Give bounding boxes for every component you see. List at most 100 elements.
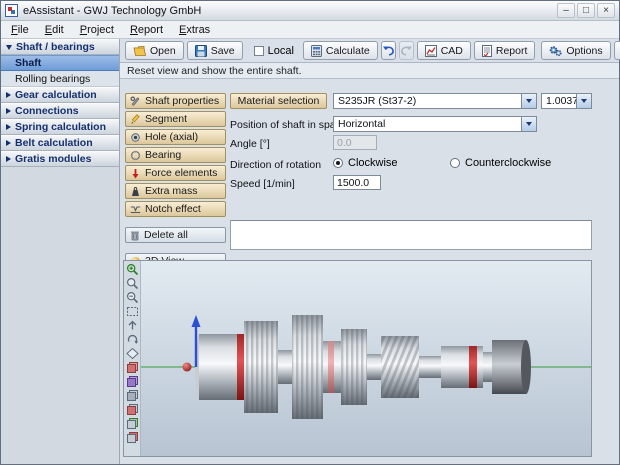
notch-effect-button[interactable]: Notch effect <box>125 201 226 217</box>
notch-icon <box>130 205 141 213</box>
shaft-tool-column: Shaft properties Segment Hole (axial) Be… <box>125 93 226 269</box>
save-button[interactable]: Save <box>186 41 243 60</box>
sidebar-item-label: Rolling bearings <box>15 72 91 85</box>
save-icon <box>194 44 207 57</box>
sidebar-item-shaft[interactable]: Shaft <box>1 55 119 71</box>
material-selection-button[interactable]: Material selection <box>230 93 327 109</box>
calculator-icon <box>310 44 322 57</box>
angle-label: Angle [°] <box>230 138 270 150</box>
title-bar: eAssistant - GWJ Technology GmbH – □ × <box>1 1 619 21</box>
segment-button[interactable]: Segment <box>125 111 226 127</box>
menu-bar: File Edit Project Report Extras <box>1 21 619 39</box>
sidebar-item-rolling-bearings[interactable]: Rolling bearings <box>1 71 119 87</box>
chevron-right-icon <box>6 140 11 146</box>
material-number-value: 1.0037 <box>546 95 576 107</box>
menu-project[interactable]: Project <box>72 23 122 37</box>
speed-label: Speed [1/min] <box>230 178 295 190</box>
radio-icon <box>450 158 460 168</box>
calculate-button[interactable]: Calculate <box>302 41 378 60</box>
position-select[interactable]: Horizontal <box>333 116 537 132</box>
sidebar-group-spring-calculation[interactable]: Spring calculation <box>1 119 119 135</box>
shaft-properties-button[interactable]: Shaft properties <box>125 93 226 109</box>
force-arrow-icon <box>132 168 139 178</box>
viewport-zoom-window-icon[interactable] <box>126 277 139 290</box>
menu-report[interactable]: Report <box>122 23 171 37</box>
cad-button[interactable]: CAD <box>416 41 471 60</box>
sidebar-group-gear-calculation[interactable]: Gear calculation <box>1 87 119 103</box>
viewport-zoom-in-icon[interactable] <box>126 263 139 276</box>
local-checkbox[interactable]: Local <box>253 45 294 57</box>
sidebar-group-label: Connections <box>15 105 79 117</box>
clockwise-radio[interactable]: Clockwise <box>333 157 398 169</box>
help-button[interactable]: Help <box>613 41 620 60</box>
main-toolbar: Open Save Local Calculate CAD Report Opt… <box>120 39 620 63</box>
menu-extras[interactable]: Extras <box>171 23 218 37</box>
position-select-value: Horizontal <box>338 118 386 130</box>
sidebar-group-shaft-bearings[interactable]: Shaft / bearings <box>1 39 119 55</box>
report-icon <box>481 44 492 57</box>
viewport-pan-icon[interactable] <box>126 319 139 332</box>
viewport-iso-view-icon[interactable] <box>125 347 139 360</box>
gear-icon <box>550 45 562 56</box>
sidebar-group-connections[interactable]: Connections <box>1 103 119 119</box>
rotation-label: Direction of rotation <box>230 159 322 171</box>
redo-icon <box>400 46 412 56</box>
hole-axial-button[interactable]: Hole (axial) <box>125 129 226 145</box>
redo-button[interactable] <box>398 41 414 60</box>
report-button[interactable]: Report <box>473 41 536 60</box>
viewport-cube-front-icon[interactable] <box>126 361 139 374</box>
angle-input[interactable] <box>333 135 377 150</box>
chevron-down-icon[interactable] <box>521 94 536 108</box>
cad-icon <box>424 44 437 57</box>
viewport-cube-right-icon[interactable] <box>126 403 139 416</box>
material-select[interactable]: S235JR (St37-2) <box>333 93 537 109</box>
viewport-cube-back-icon[interactable] <box>126 375 139 388</box>
viewport-toolbar <box>124 261 141 456</box>
3d-viewport <box>123 260 592 457</box>
extra-mass-button[interactable]: Extra mass <box>125 183 226 199</box>
sidebar-group-label: Gear calculation <box>15 89 97 101</box>
open-button[interactable]: Open <box>125 41 184 60</box>
app-icon <box>5 4 18 17</box>
material-number-select[interactable]: 1.0037 <box>541 93 592 109</box>
tool-gap <box>125 219 226 225</box>
chevron-down-icon <box>6 44 12 50</box>
maximize-button[interactable]: □ <box>577 3 595 18</box>
radio-selected-icon <box>333 158 343 168</box>
menu-file[interactable]: File <box>3 23 37 37</box>
chevron-right-icon <box>6 124 11 130</box>
pencil-icon <box>131 113 140 124</box>
delete-all-button[interactable]: Delete all <box>125 227 226 243</box>
undo-button[interactable] <box>380 41 396 60</box>
speed-input[interactable] <box>333 175 381 190</box>
menu-edit[interactable]: Edit <box>37 23 72 37</box>
3d-canvas[interactable] <box>141 261 591 456</box>
viewport-zoom-out-icon[interactable] <box>126 291 139 304</box>
chevron-down-icon[interactable] <box>521 117 536 131</box>
chevron-right-icon <box>6 92 11 98</box>
force-elements-button[interactable]: Force elements <box>125 165 226 181</box>
viewport-rotate-icon[interactable] <box>126 333 139 346</box>
close-button[interactable]: × <box>597 3 615 18</box>
sidebar-group-gratis-modules[interactable]: Gratis modules <box>1 151 119 167</box>
bearing-button[interactable]: Bearing <box>125 147 226 163</box>
minimize-button[interactable]: – <box>557 3 575 18</box>
chevron-right-icon <box>6 156 11 162</box>
folder-open-icon <box>133 45 146 56</box>
undo-icon <box>382 46 394 56</box>
checkbox-icon <box>253 45 264 56</box>
viewport-cube-left-icon[interactable] <box>126 389 139 402</box>
weight-icon <box>132 186 139 196</box>
wrench-icon <box>130 95 140 106</box>
work-area: Shaft properties Segment Hole (axial) Be… <box>120 79 619 464</box>
chevron-down-icon[interactable] <box>576 94 591 108</box>
viewport-zoom-fit-icon[interactable] <box>126 305 139 318</box>
viewport-cube-top-icon[interactable] <box>126 417 139 430</box>
sidebar-group-label: Gratis modules <box>15 153 92 165</box>
viewport-cube-bottom-icon[interactable] <box>126 431 139 444</box>
options-button[interactable]: Options <box>541 41 611 60</box>
sidebar-group-belt-calculation[interactable]: Belt calculation <box>1 135 119 151</box>
counterclockwise-radio[interactable]: Counterclockwise <box>450 157 551 169</box>
info-bar: Reset view and show the entire shaft. <box>120 63 619 79</box>
chevron-right-icon <box>6 108 11 114</box>
